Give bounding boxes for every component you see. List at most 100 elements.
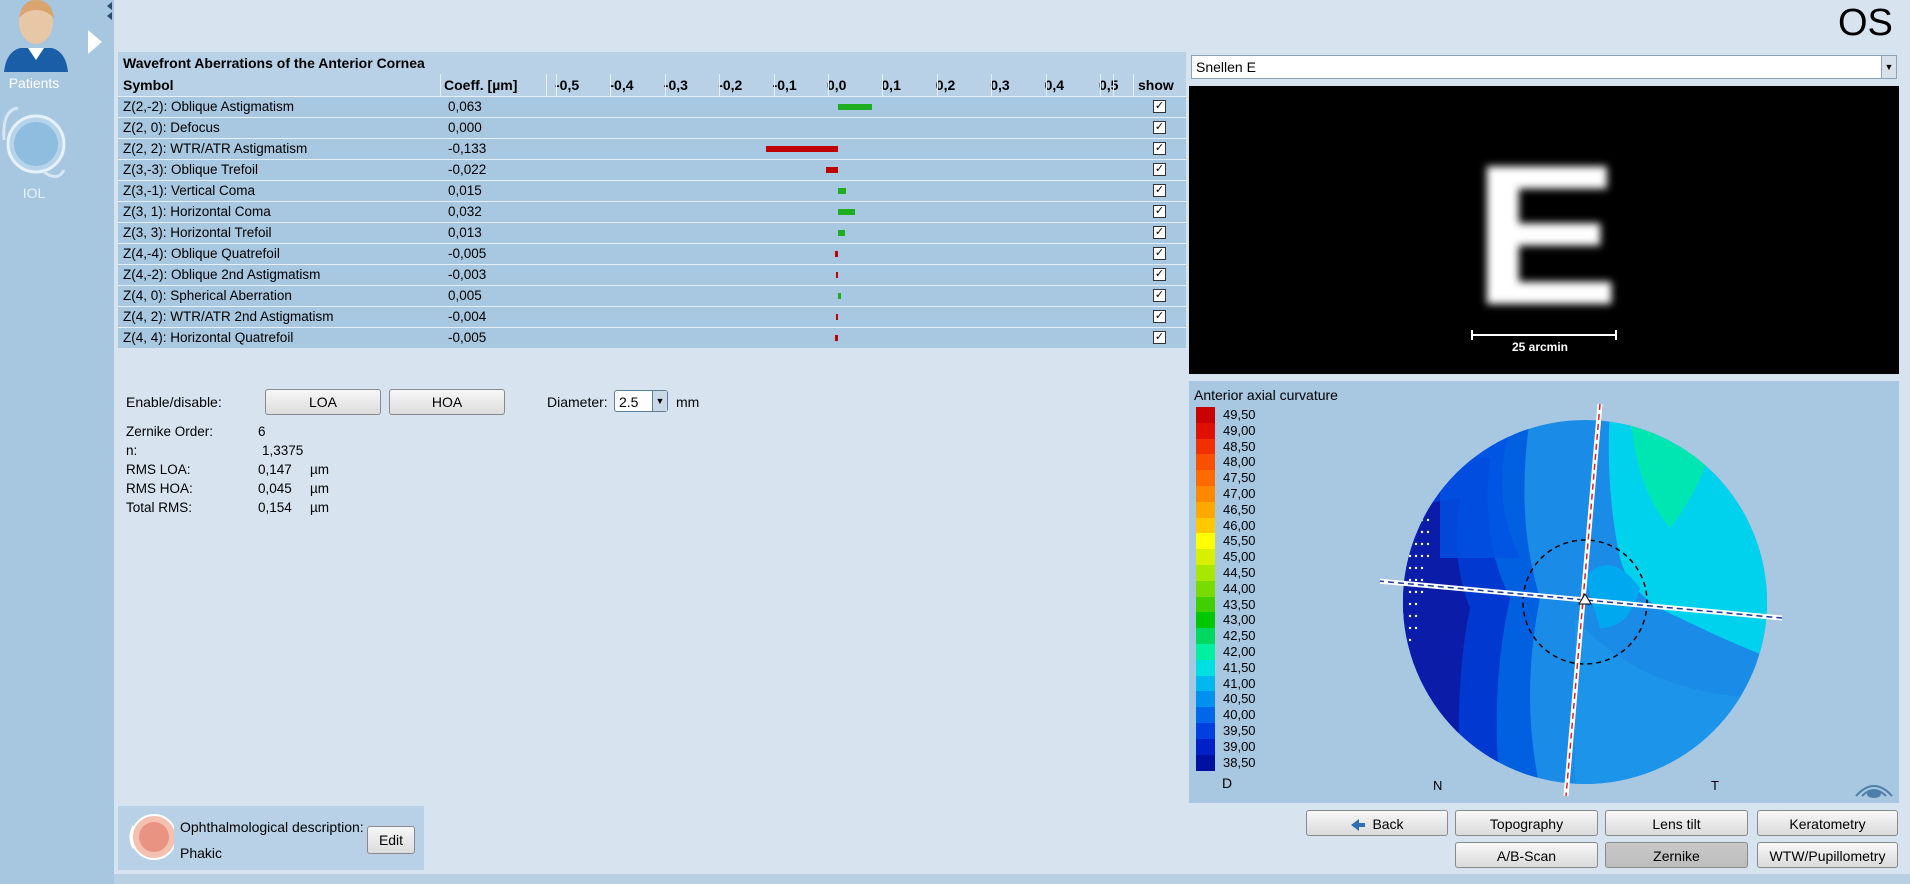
- table-row: Z(2, 0): Defocus 0,000: [118, 118, 1186, 138]
- legend-swatch: [1196, 707, 1215, 724]
- row-divider: [118, 285, 1186, 286]
- coeff-bar: [835, 314, 838, 320]
- nav-iol-label: IOL: [22, 185, 46, 201]
- show-checkbox[interactable]: ✓: [1153, 121, 1166, 134]
- legend-swatch: [1196, 533, 1215, 550]
- axis-tick: -0,3: [663, 77, 688, 93]
- coeff-bar: [838, 188, 847, 194]
- col-header-coeff: Coeff. [µm]: [444, 77, 518, 93]
- show-checkbox[interactable]: ✓: [1153, 100, 1166, 113]
- show-checkbox[interactable]: ✓: [1153, 247, 1166, 260]
- row-divider: [118, 96, 1186, 97]
- legend-swatch: [1196, 691, 1215, 708]
- legend-label: 49,00: [1223, 422, 1256, 438]
- topography-button[interactable]: Topography: [1455, 810, 1598, 836]
- row-symbol: Z(2, 2): WTR/ATR Astigmatism: [123, 141, 308, 156]
- coeff-bar: [838, 230, 846, 236]
- axis-tick: 0,5: [1099, 77, 1119, 93]
- table-row: Z(4, 0): Spherical Aberration 0,005: [118, 286, 1186, 306]
- rms-hoa-unit: µm: [310, 481, 330, 496]
- ophthalmo-value: Phakic: [180, 845, 223, 861]
- table-row: Z(3,-1): Vertical Coma 0,015: [118, 181, 1186, 201]
- table-row: Z(4, 4): Horizontal Quatrefoil -0,005: [118, 328, 1186, 348]
- row-coeff: -0,005: [448, 246, 487, 261]
- nasal-label: N: [1433, 778, 1443, 793]
- wtw-pupillometry-button[interactable]: WTW/Pupillometry: [1757, 842, 1898, 868]
- legend-label: 47,50: [1223, 470, 1256, 486]
- snellen-selected: Snellen E: [1196, 59, 1256, 75]
- coeff-bar: [838, 104, 873, 110]
- wavefront-title: Wavefront Aberrations of the Anterior Co…: [123, 55, 425, 71]
- show-checkbox[interactable]: ✓: [1153, 226, 1166, 239]
- eye-scan-icon[interactable]: [1852, 776, 1896, 800]
- table-row: Z(3,-3): Oblique Trefoil -0,022: [118, 160, 1186, 180]
- rms-hoa-value: 0,045: [258, 481, 292, 496]
- legend-swatch: [1196, 675, 1215, 692]
- diameter-label: Diameter:: [547, 394, 608, 410]
- legend-swatch: [1196, 454, 1215, 471]
- legend-swatch: [1196, 438, 1215, 455]
- axis-tick: -0,4: [609, 77, 634, 93]
- rms-loa-label: RMS LOA:: [126, 462, 191, 477]
- ab-scan-button[interactable]: A/B-Scan: [1455, 842, 1598, 868]
- table-row: Z(3, 1): Horizontal Coma 0,032: [118, 202, 1186, 222]
- col-header-symbol: Symbol: [123, 77, 174, 93]
- row-divider: [118, 243, 1186, 244]
- legend-label: 48,00: [1223, 454, 1256, 470]
- legend-label: 38,50: [1223, 754, 1256, 770]
- zernike-button[interactable]: Zernike: [1605, 842, 1748, 868]
- show-checkbox[interactable]: ✓: [1153, 163, 1166, 176]
- expand-arrow-icon[interactable]: [86, 28, 104, 56]
- table-row: Z(4,-2): Oblique 2nd Astigmatism -0,003: [118, 265, 1186, 285]
- row-divider: [118, 138, 1186, 139]
- lens-tilt-button[interactable]: Lens tilt: [1605, 810, 1748, 836]
- back-label: Back: [1372, 816, 1404, 832]
- legend-label: 42,50: [1223, 628, 1256, 644]
- row-coeff: 0,015: [448, 183, 482, 198]
- edit-button[interactable]: Edit: [367, 826, 415, 854]
- nav-patients-label: Patients: [8, 75, 60, 91]
- legend-label: 43,00: [1223, 612, 1256, 628]
- legend-swatch: [1196, 723, 1215, 739]
- snellen-view: E: [1189, 86, 1899, 374]
- show-checkbox[interactable]: ✓: [1153, 310, 1166, 323]
- table-row: Z(4, 2): WTR/ATR 2nd Astigmatism -0,004: [118, 307, 1186, 327]
- axis-tick: -0,5: [555, 77, 580, 93]
- show-checkbox[interactable]: ✓: [1153, 184, 1166, 197]
- chevron-down-icon[interactable]: ▼: [652, 391, 667, 411]
- show-checkbox[interactable]: ✓: [1153, 142, 1166, 155]
- row-symbol: Z(4,-2): Oblique 2nd Astigmatism: [123, 267, 321, 282]
- snellen-select[interactable]: Snellen E ▼: [1191, 55, 1897, 79]
- legend-swatch: [1196, 596, 1215, 613]
- hoa-button[interactable]: HOA: [389, 389, 505, 415]
- coeff-bar: [836, 272, 838, 278]
- legend-swatch: [1196, 501, 1215, 518]
- show-checkbox[interactable]: ✓: [1153, 205, 1166, 218]
- coeff-bar: [765, 146, 838, 152]
- row-coeff: -0,133: [448, 141, 487, 156]
- legend-swatch: [1196, 628, 1215, 645]
- table-row: Z(2,-2): Oblique Astigmatism 0,063: [118, 97, 1186, 117]
- back-button[interactable]: Back: [1306, 810, 1448, 836]
- show-checkbox[interactable]: ✓: [1153, 289, 1166, 302]
- collapse-icon[interactable]: [104, 0, 114, 22]
- coeff-bar: [835, 251, 838, 257]
- row-divider: [118, 159, 1186, 160]
- row-divider: [118, 327, 1186, 328]
- diameter-select[interactable]: 2.5 ▼: [614, 390, 668, 412]
- row-divider: [118, 306, 1186, 307]
- legend-swatch: [1196, 517, 1215, 534]
- row-coeff: -0,022: [448, 162, 487, 177]
- show-checkbox[interactable]: ✓: [1153, 331, 1166, 344]
- nav-iol[interactable]: IOL: [0, 100, 114, 208]
- row-symbol: Z(4, 0): Spherical Aberration: [123, 288, 292, 303]
- snellen-canvas: E: [1471, 124, 1620, 347]
- legend-unit: D: [1222, 775, 1233, 791]
- chevron-down-icon[interactable]: ▼: [1881, 56, 1896, 78]
- keratometry-button[interactable]: Keratometry: [1757, 810, 1898, 836]
- enable-disable-label: Enable/disable:: [126, 394, 222, 410]
- snellen-letter: E: [1472, 124, 1620, 347]
- show-checkbox[interactable]: ✓: [1153, 268, 1166, 281]
- loa-button[interactable]: LOA: [265, 389, 381, 415]
- legend-label: 45,00: [1223, 549, 1256, 565]
